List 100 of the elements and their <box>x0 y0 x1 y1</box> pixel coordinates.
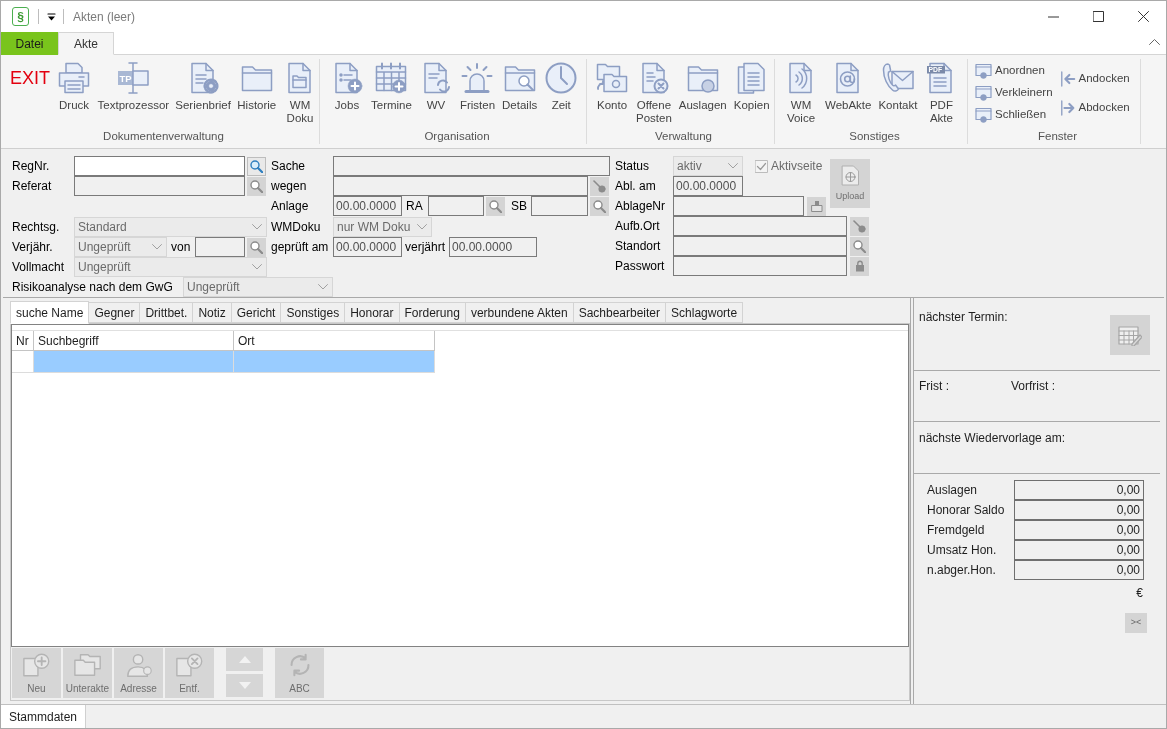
tab[interactable]: Drittbet. <box>139 302 194 323</box>
amount-field: 0,00 <box>1014 560 1144 580</box>
table-cell[interactable] <box>34 351 234 373</box>
field-label: Auslagen <box>927 482 979 499</box>
field-label: RA <box>406 198 424 215</box>
dropdown-icon <box>46 12 56 21</box>
tab[interactable]: Schlagworte <box>665 302 744 323</box>
ribbon-button[interactable]: WebAkte <box>823 59 874 112</box>
window-title: Akten (leer) <box>73 8 136 26</box>
tab[interactable]: Notiz <box>192 302 232 323</box>
field-label: Anlage <box>271 198 310 215</box>
field-label: wegen <box>271 178 308 195</box>
field-label: Passwort <box>615 258 666 275</box>
text-field[interactable] <box>74 156 245 176</box>
tab[interactable]: Sachbearbeiter <box>572 302 667 323</box>
ribbon-button[interactable]: WV <box>416 59 455 112</box>
ribbon-button[interactable]: Offene Posten <box>634 59 674 125</box>
search-button[interactable] <box>247 156 266 176</box>
tab[interactable]: Gericht <box>230 302 282 323</box>
column-header[interactable]: Suchbegriff <box>34 331 234 351</box>
table-cell[interactable] <box>12 351 34 373</box>
ribbon-button[interactable]: Anordnen <box>975 62 1053 80</box>
field-label: Status <box>615 158 651 175</box>
field-label: verjährt <box>405 239 446 256</box>
tab[interactable]: Honorar <box>344 302 400 323</box>
column-header[interactable]: Nr <box>12 331 34 351</box>
tab[interactable]: Forderung <box>398 302 466 323</box>
search-icon <box>489 199 502 213</box>
ribbon-button[interactable]: Serienbrief <box>173 59 233 112</box>
field-label: Vorfrist : <box>1011 378 1055 395</box>
field-label: Umsatz Hon. <box>927 542 998 559</box>
field-label: geprüft am <box>271 239 330 256</box>
toggle-button[interactable]: >< <box>1125 613 1147 633</box>
checkbox-label: Aktivseite <box>771 158 823 175</box>
search-icon <box>593 199 606 213</box>
triangle-up-icon <box>238 656 251 663</box>
chevron-down-icon <box>152 244 162 250</box>
ribbon-tab[interactable]: Akte <box>58 32 114 55</box>
ribbon-button[interactable]: WM Doku <box>281 59 319 125</box>
phone-envelope-icon <box>881 62 914 94</box>
field-label: Honorar Saldo <box>927 502 1006 519</box>
ribbon-button[interactable]: Schließen <box>975 106 1053 124</box>
chevron-down-icon <box>417 224 427 230</box>
ribbon-button[interactable]: Verkleinern <box>975 84 1053 102</box>
ribbon-button[interactable]: Historie <box>235 59 278 112</box>
field-label: Vollmacht <box>12 259 66 276</box>
calendar-plus-icon <box>375 62 408 94</box>
field-label: nächste Wiedervorlage am: <box>919 431 1066 445</box>
field-label: Verjähr. <box>12 239 54 256</box>
ribbon-button[interactable]: Auslagen <box>676 59 729 112</box>
collapse-ribbon-button[interactable] <box>1148 38 1160 46</box>
column-header[interactable]: Ort <box>234 331 435 351</box>
tab[interactable]: verbundene Akten <box>464 302 574 323</box>
window-icon <box>975 63 992 79</box>
window-icon <box>975 107 992 123</box>
group-label: Sonstiges <box>848 129 901 144</box>
document-plus-icon <box>21 652 52 678</box>
ribbon-button[interactable]: Kontakt <box>876 59 920 112</box>
tab[interactable]: Stammdaten <box>1 705 87 728</box>
field-label: n.abger.Hon. <box>927 562 997 579</box>
field-label: Frist : <box>919 378 950 395</box>
ribbon-button[interactable]: Zeit <box>542 59 581 112</box>
ribbon-tab[interactable]: Datei <box>1 32 58 55</box>
ribbon-button[interactable]: Jobs <box>328 59 366 112</box>
ribbon-button[interactable]: TP Textprozessor <box>96 59 171 112</box>
maximize-icon <box>1093 11 1104 22</box>
ribbon-button[interactable]: Fristen <box>457 59 498 112</box>
lock-icon <box>854 260 865 272</box>
table-cell[interactable] <box>234 351 435 373</box>
ribbon-button[interactable]: Termine <box>369 59 414 112</box>
tab[interactable]: suche Name <box>10 301 90 324</box>
field-label: Sache <box>271 158 307 175</box>
ribbon-button[interactable]: Abdocken <box>1059 99 1130 117</box>
ribbon-button[interactable]: Andocken <box>1059 70 1130 88</box>
search-icon <box>853 239 866 253</box>
ribbon-button[interactable]: Druck <box>55 59 93 112</box>
chevron-down-icon <box>318 284 328 290</box>
chevron-down-icon <box>252 264 262 270</box>
amount-field: 0,00 <box>1014 500 1144 520</box>
ribbon-button[interactable]: Konto <box>593 59 631 112</box>
ribbon-button[interactable]: Kopien <box>731 59 772 112</box>
window-icon <box>975 85 992 101</box>
amount-field: 0,00 <box>1014 520 1144 540</box>
arrow-left-icon <box>1059 71 1076 87</box>
field-label: Aufb.Ort <box>615 218 661 235</box>
ribbon-button[interactable]: Details <box>500 59 540 112</box>
exit-button[interactable]: EXIT <box>8 59 52 87</box>
tab[interactable]: Sonstiges <box>280 302 346 323</box>
tab[interactable]: Gegner <box>88 302 141 323</box>
field-label: nächster Termin: <box>919 309 1008 326</box>
field-label: WMDoku <box>271 219 322 236</box>
chevron-down-icon <box>252 224 262 230</box>
group-label: Organisation <box>423 129 491 144</box>
close-icon <box>1138 11 1149 22</box>
printer-icon <box>58 62 90 94</box>
ribbon-button[interactable]: WM Voice <box>782 59 820 125</box>
triangle-down-icon <box>238 682 251 689</box>
field-label: AblageNr <box>615 198 667 215</box>
field-label: Risikoanalyse nach dem GwG <box>12 279 174 296</box>
app-logo: § <box>12 7 29 26</box>
